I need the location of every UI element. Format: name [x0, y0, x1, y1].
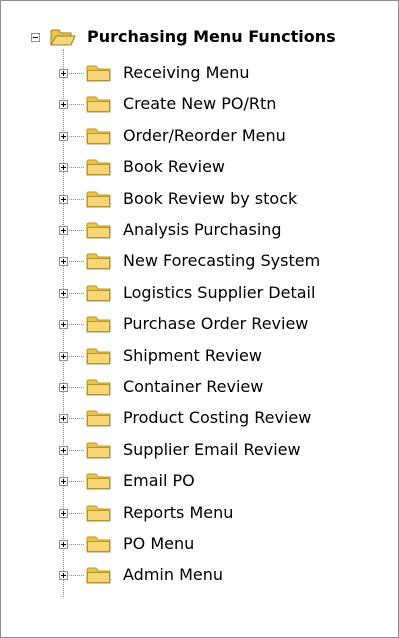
tree-node-label[interactable]: Product Costing Review — [123, 407, 311, 429]
tree-node-label[interactable]: Supplier Email Review — [123, 439, 301, 461]
tree-node-item[interactable]: Analysis Purchasing — [1, 219, 391, 241]
expand-icon[interactable] — [59, 132, 68, 141]
tree-node-label[interactable]: Receiving Menu — [123, 62, 250, 84]
folder-icon — [86, 379, 111, 396]
tree-node-item[interactable]: Book Review — [1, 156, 391, 178]
folder-icon — [86, 316, 111, 333]
tree-node-label[interactable]: Admin Menu — [123, 564, 223, 586]
folder-icon — [86, 473, 111, 490]
folder-icon — [86, 222, 111, 239]
tree-node-item[interactable]: Admin Menu — [1, 564, 391, 586]
folder-icon — [86, 567, 111, 584]
tree-node-item[interactable]: Purchase Order Review — [1, 313, 391, 335]
expand-icon[interactable] — [59, 226, 68, 235]
tree-node-item[interactable]: Shipment Review — [1, 345, 391, 367]
expand-icon[interactable] — [59, 69, 68, 78]
tree-node-label[interactable]: PO Menu — [123, 533, 194, 555]
tree-node-item[interactable]: Logistics Supplier Detail — [1, 282, 391, 304]
tree-node-label[interactable]: Shipment Review — [123, 345, 262, 367]
expand-icon[interactable] — [59, 195, 68, 204]
expand-icon[interactable] — [59, 320, 68, 329]
open-folder-icon — [50, 29, 76, 46]
tree-node-label[interactable]: Reports Menu — [123, 502, 233, 524]
tree-node-root[interactable]: Purchasing Menu Functions — [1, 26, 391, 48]
tree-node-item[interactable]: Product Costing Review — [1, 407, 391, 429]
tree-node-label[interactable]: Book Review by stock — [123, 188, 297, 210]
expand-icon[interactable] — [59, 100, 68, 109]
expand-icon[interactable] — [59, 163, 68, 172]
expand-icon[interactable] — [59, 414, 68, 423]
tree-node-item[interactable]: New Forecasting System — [1, 250, 391, 272]
folder-icon — [86, 191, 111, 208]
folder-icon — [86, 285, 111, 302]
tree-node-root-label[interactable]: Purchasing Menu Functions — [87, 26, 336, 48]
expand-icon[interactable] — [59, 352, 68, 361]
folder-icon — [86, 65, 111, 82]
folder-icon — [86, 410, 111, 427]
tree-node-item[interactable]: Book Review by stock — [1, 188, 391, 210]
folder-icon — [86, 348, 111, 365]
expand-icon[interactable] — [59, 540, 68, 549]
tree-node-item[interactable]: Supplier Email Review — [1, 439, 391, 461]
expand-icon[interactable] — [59, 289, 68, 298]
tree-node-label[interactable]: Order/Reorder Menu — [123, 125, 286, 147]
folder-icon — [86, 159, 111, 176]
folder-icon — [86, 505, 111, 522]
tree-node-item[interactable]: PO Menu — [1, 533, 391, 555]
tree-node-item[interactable]: Create New PO/Rtn — [1, 93, 391, 115]
folder-icon — [86, 128, 111, 145]
purchasing-tree[interactable]: Purchasing Menu Functions Receiving Menu… — [0, 0, 399, 638]
tree-node-label[interactable]: Analysis Purchasing — [123, 219, 282, 241]
collapse-icon[interactable] — [31, 33, 40, 42]
tree-node-item[interactable]: Email PO — [1, 470, 391, 492]
tree-node-label[interactable]: Logistics Supplier Detail — [123, 282, 315, 304]
tree-node-label[interactable]: Email PO — [123, 470, 195, 492]
expand-icon[interactable] — [59, 571, 68, 580]
folder-icon — [86, 442, 111, 459]
tree-node-label[interactable]: New Forecasting System — [123, 250, 320, 272]
expand-icon[interactable] — [59, 477, 68, 486]
tree-node-label[interactable]: Book Review — [123, 156, 225, 178]
tree-node-item[interactable]: Order/Reorder Menu — [1, 125, 391, 147]
expand-icon[interactable] — [59, 383, 68, 392]
tree-node-item[interactable]: Receiving Menu — [1, 62, 391, 84]
folder-icon — [86, 536, 111, 553]
expand-icon[interactable] — [59, 446, 68, 455]
folder-icon — [86, 253, 111, 270]
folder-icon — [86, 96, 111, 113]
tree-node-label[interactable]: Purchase Order Review — [123, 313, 308, 335]
tree-node-item[interactable]: Reports Menu — [1, 502, 391, 524]
tree-node-item[interactable]: Container Review — [1, 376, 391, 398]
expand-icon[interactable] — [59, 257, 68, 266]
expand-icon[interactable] — [59, 509, 68, 518]
tree-node-label[interactable]: Container Review — [123, 376, 263, 398]
tree-node-label[interactable]: Create New PO/Rtn — [123, 93, 276, 115]
